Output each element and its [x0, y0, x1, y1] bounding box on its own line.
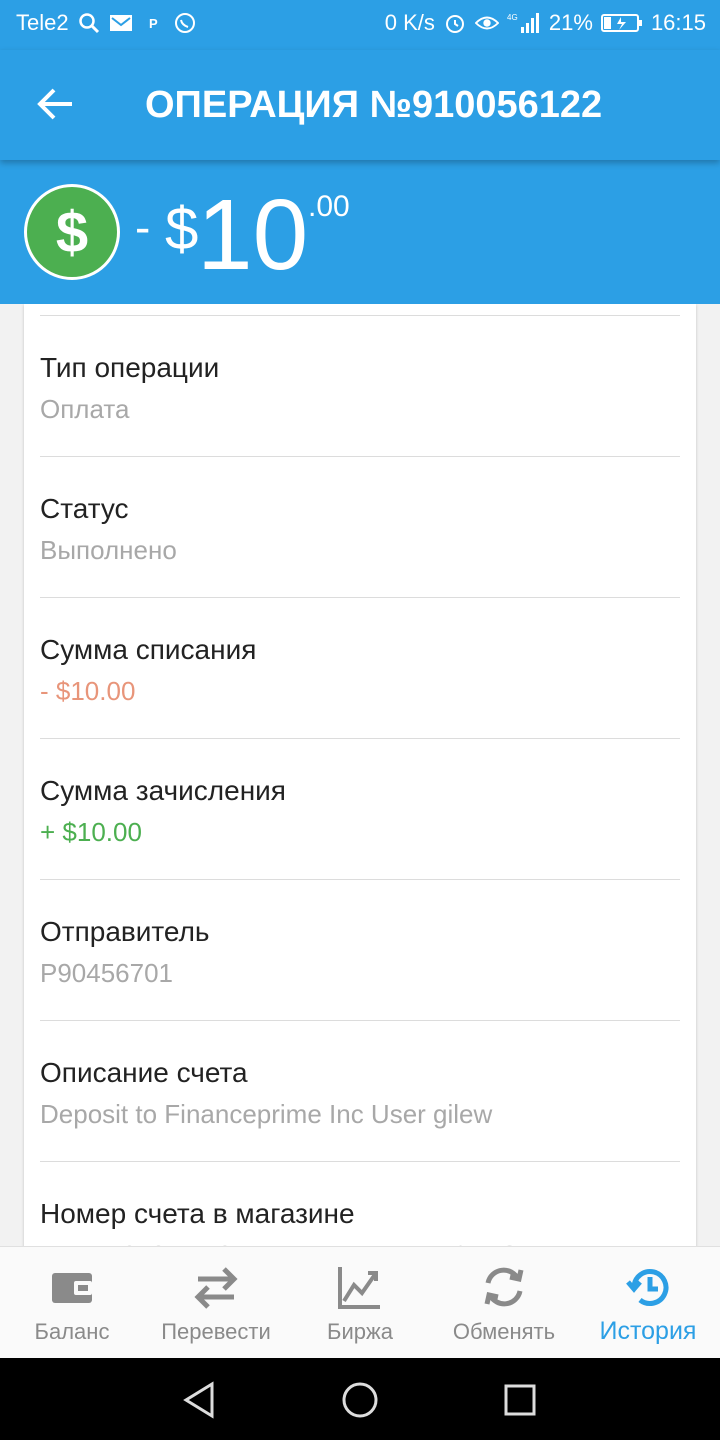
arrow-left-icon: [37, 88, 72, 120]
detail-row-status: Статус Выполнено: [40, 457, 680, 598]
bottom-navigation: Баланс Перевести Биржа Обменять История: [0, 1246, 720, 1358]
detail-label: Статус: [40, 493, 129, 524]
detail-row-credit-amount: Сумма зачисления + $10.00: [40, 739, 680, 880]
clock-time: 16:15: [650, 10, 706, 35]
detail-value: + $10.00: [40, 817, 142, 847]
detail-row-operation-type: Тип операции Оплата: [40, 316, 680, 457]
detail-value: - $10.00: [40, 676, 136, 706]
wallet-icon: [52, 1273, 92, 1303]
app-bar: ОПЕРАЦИЯ №910056122: [0, 50, 720, 160]
carrier-name: Tele2: [16, 10, 69, 35]
detail-value: Выполнено: [40, 535, 177, 565]
square-recents-icon: [504, 1384, 536, 1416]
parking-icon: P: [141, 11, 165, 35]
svg-text:P: P: [149, 16, 158, 31]
system-navigation-bar: [0, 1358, 720, 1440]
nav-swap[interactable]: Обменять: [432, 1247, 576, 1359]
nav-label: Биржа: [327, 1319, 393, 1344]
battery-percent: 21%: [548, 10, 593, 35]
detail-row-debit-amount: Сумма списания - $10.00: [40, 598, 680, 739]
nav-label: Баланс: [34, 1319, 110, 1344]
nav-exchange-market[interactable]: Биржа: [288, 1247, 432, 1359]
operation-details-card: Тип операции Оплата Статус Выполнено Сум…: [24, 304, 696, 1264]
history-clock-icon: [626, 1269, 669, 1306]
status-bar-left: Tele2 P: [16, 10, 197, 36]
nav-label: Перевести: [161, 1319, 271, 1344]
nav-history[interactable]: История: [576, 1247, 720, 1359]
chart-trend-icon: [338, 1267, 380, 1309]
nav-balance[interactable]: Баланс: [0, 1247, 144, 1359]
status-bar-right: 0 K/s 4G 21% 16:15: [385, 10, 706, 36]
detail-label: Сумма списания: [40, 634, 257, 665]
alarm-icon: [443, 11, 467, 35]
detail-label: Тип операции: [40, 352, 220, 383]
detail-value: Deposit to Financeprime Inc User gilew: [40, 1099, 493, 1129]
exchange-refresh-icon: [484, 1267, 524, 1307]
detail-label: Отправитель: [40, 916, 210, 947]
amount-whole: 10: [197, 179, 309, 291]
detail-label: Номер счета в магазине: [40, 1198, 355, 1229]
triangle-back-icon: [183, 1381, 214, 1419]
back-button[interactable]: [34, 82, 78, 126]
eye-icon: [474, 11, 499, 35]
network-speed: 0 K/s: [384, 10, 435, 35]
nav-label: Обменять: [452, 1319, 556, 1344]
detail-value: Оплата: [40, 394, 130, 424]
detail-value: P90456701: [40, 958, 174, 988]
detail-label: Сумма зачисления: [40, 775, 286, 806]
battery-charging-icon: [600, 11, 643, 35]
mail-icon: [109, 11, 133, 35]
signal-icon: 4G: [507, 11, 541, 35]
page-title: ОПЕРАЦИЯ №910056122: [145, 84, 603, 126]
network-type: 4G: [507, 13, 518, 22]
detail-row-sender: Отправитель P90456701: [40, 880, 680, 1021]
status-bar: Tele2 P 0 K/s 4G 21% 16:15: [0, 0, 720, 50]
nav-transfer[interactable]: Перевести: [144, 1247, 288, 1359]
amount-header: $ - $ 10 .00: [0, 160, 720, 304]
whatsapp-icon: [173, 11, 197, 35]
system-recents-button[interactable]: [500, 1380, 540, 1420]
circle-home-icon: [342, 1382, 378, 1418]
amount-cents: .00: [308, 190, 350, 223]
amount-currency: $: [165, 195, 199, 262]
detail-row-invoice-description: Описание счета Deposit to Financeprime I…: [40, 1021, 680, 1162]
nav-label: История: [599, 1317, 697, 1345]
search-icon: [77, 11, 101, 35]
system-home-button[interactable]: [340, 1380, 380, 1420]
detail-label: Описание счета: [40, 1057, 248, 1088]
system-back-button[interactable]: [180, 1380, 220, 1420]
dollar-icon: $: [24, 184, 120, 280]
amount-sign: -: [135, 201, 151, 253]
transfer-arrows-icon: [194, 1267, 238, 1309]
